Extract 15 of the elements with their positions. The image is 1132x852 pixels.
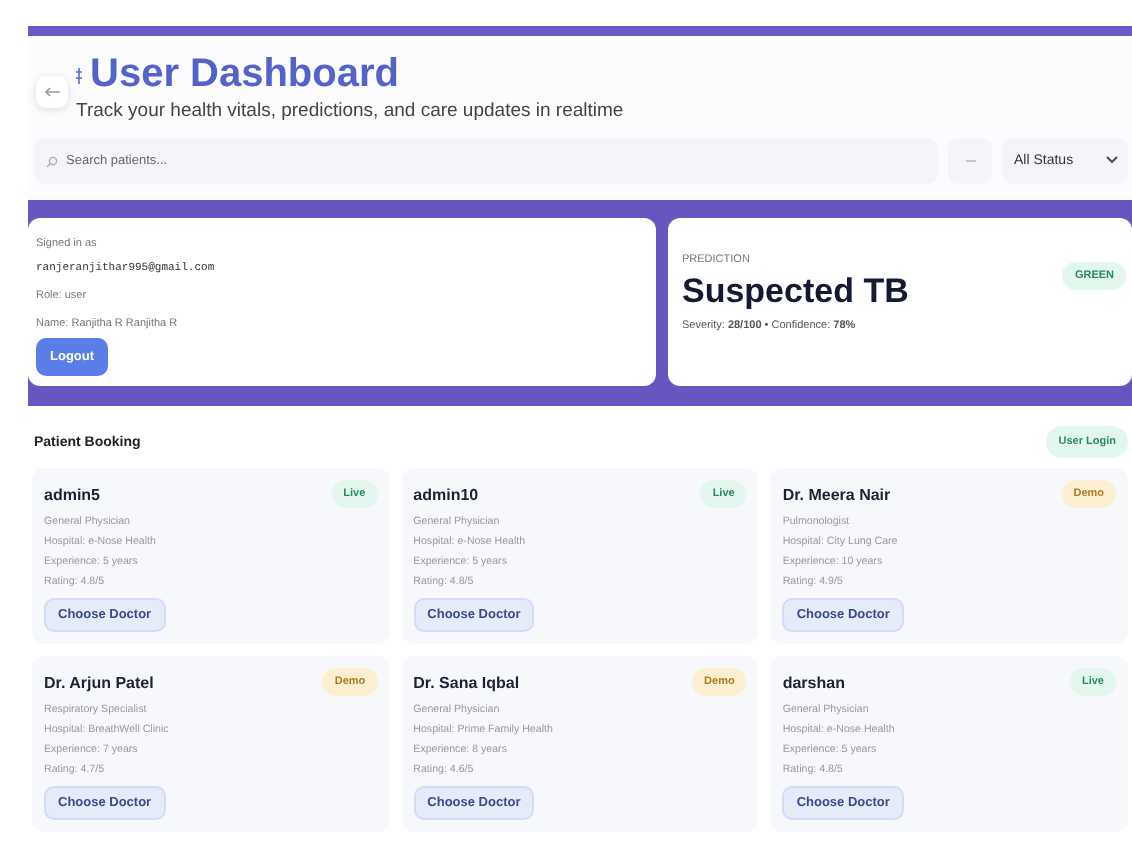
sort-button[interactable] xyxy=(948,138,992,184)
doctor-name: admin10 xyxy=(413,485,479,503)
chevron-down-icon xyxy=(1106,156,1118,164)
page-title: User Dashboard xyxy=(90,52,399,98)
back-arrow-icon xyxy=(43,85,61,97)
doctor-name: Dr. Sana Iqbal xyxy=(413,673,520,691)
doctor-name: Dr. Meera Nair xyxy=(782,485,891,503)
dash-icon xyxy=(965,158,975,164)
doctor-name: darshan xyxy=(782,673,845,691)
page-subtitle: Track your health vitals, predictions, and care updates in realtime xyxy=(76,100,624,122)
pulse-icon xyxy=(76,67,82,83)
doctor-name: Dr. Arjun Patel xyxy=(44,673,154,691)
doctor-name: admin5 xyxy=(44,485,101,503)
prediction-result: Suspected TB xyxy=(682,272,909,312)
back-button[interactable] xyxy=(36,75,68,107)
